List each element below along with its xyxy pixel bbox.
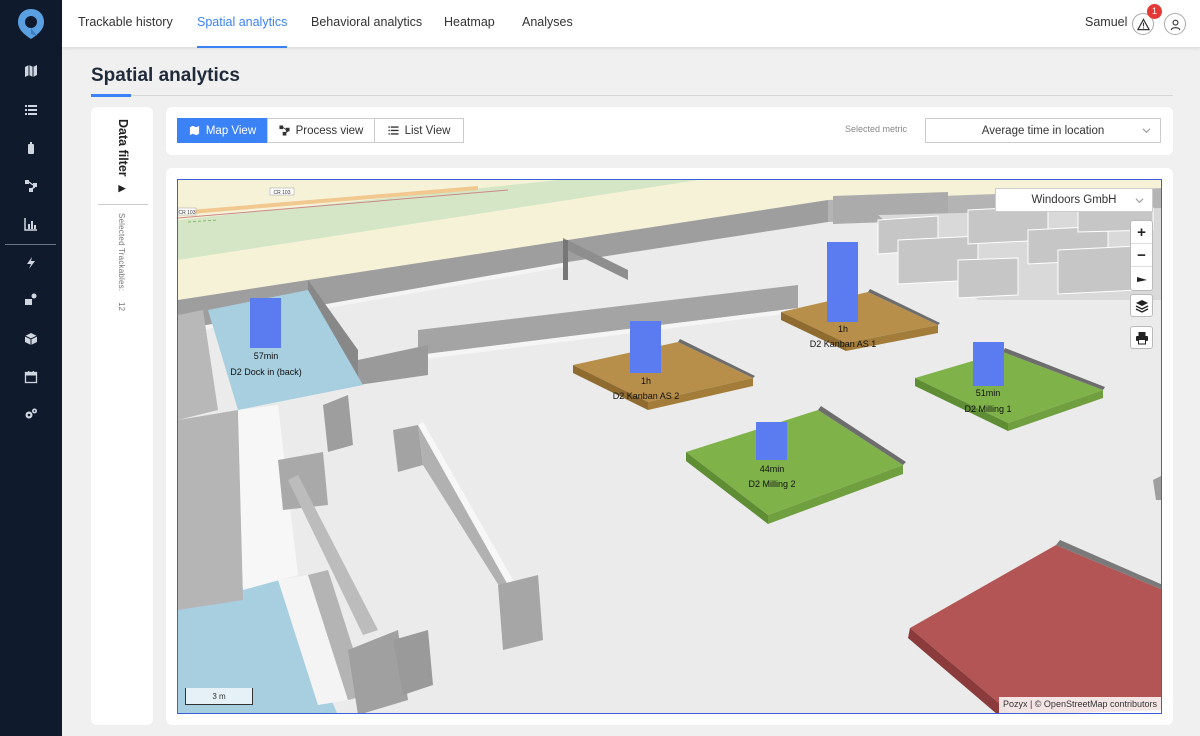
tab-heatmap[interactable]: Heatmap <box>444 0 495 48</box>
chevron-down-icon <box>1142 128 1151 134</box>
road-label: CR 103 <box>274 190 291 196</box>
data-filter-label: Data filter <box>116 119 130 177</box>
process-view-button[interactable]: Process view <box>267 118 375 143</box>
cube-icon[interactable] <box>22 330 40 348</box>
selected-trackables-count: 12 <box>117 301 126 312</box>
location-name-milling1: D2 Milling 1 <box>964 404 1012 414</box>
reset-bearing-button[interactable] <box>1131 267 1152 290</box>
bolt-icon[interactable] <box>22 254 40 272</box>
top-navigation: Trackable history Spatial analytics Beha… <box>62 0 1200 48</box>
map-3d-scene: CR 103 CR 103 <box>178 180 1161 713</box>
process-icon <box>279 125 290 136</box>
organization-select[interactable]: Windoors GmbH <box>995 188 1153 212</box>
selected-trackables: Selected Trackables: 12 <box>117 213 126 311</box>
process-view-label: Process view <box>295 124 364 137</box>
title-accent-bar <box>91 94 131 97</box>
map-view-button[interactable]: Map View <box>177 118 268 143</box>
plus-icon: + <box>1137 223 1146 241</box>
location-value-dock-in: 57min <box>253 351 279 361</box>
calendar-icon[interactable] <box>22 368 40 386</box>
user-name: Samuel <box>1085 15 1128 29</box>
caret-right-icon: ▶ <box>118 184 128 195</box>
tab-behavioral-analytics[interactable]: Behavioral analytics <box>311 0 422 48</box>
location-name-kanban-as2: D2 Kanban AS 2 <box>612 391 680 401</box>
location-name-kanban-as1: D2 Kanban AS 1 <box>809 339 877 349</box>
map-card: CR 103 CR 103 57min D2 Dock in (back) 1h… <box>166 168 1173 725</box>
organization-value: Windoors GmbH <box>1031 194 1117 206</box>
map-attribution[interactable]: Pozyx | © OpenStreetMap contributors <box>998 697 1161 713</box>
map-viewport[interactable]: CR 103 CR 103 57min D2 Dock in (back) 1h… <box>177 179 1162 714</box>
list-view-button[interactable]: List View <box>374 118 464 143</box>
tab-spatial-analytics[interactable]: Spatial analytics <box>197 0 288 48</box>
chevron-down-icon <box>1135 198 1144 204</box>
tag-icon[interactable] <box>22 139 40 157</box>
settings-cog-icon[interactable] <box>22 290 40 308</box>
data-filter-toggle[interactable]: Data filter ▶ <box>116 119 130 194</box>
metric-select[interactable]: Average time in location <box>925 118 1161 143</box>
data-filter-panel: Data filter ▶ Selected Trackables: 12 <box>91 107 153 725</box>
road-label-2: CR 103 <box>179 210 196 216</box>
zoom-in-button[interactable]: + <box>1131 221 1152 244</box>
title-divider <box>91 95 1173 96</box>
list-icon <box>388 126 399 135</box>
map-view-label: Map View <box>205 124 257 137</box>
alert-count-badge: 1 <box>1147 4 1162 19</box>
map-icon[interactable] <box>22 62 40 80</box>
tab-analyses[interactable]: Analyses <box>522 0 573 48</box>
metric-label: Selected metric <box>845 124 908 134</box>
location-value-milling2: 44min <box>759 464 785 474</box>
metric-value: Average time in location <box>981 124 1105 137</box>
process-icon[interactable] <box>22 177 40 195</box>
chart-icon[interactable] <box>22 215 40 233</box>
filter-separator <box>98 204 148 205</box>
compass-icon <box>1136 276 1147 282</box>
minus-icon: − <box>1137 246 1146 264</box>
cogs-icon[interactable] <box>22 405 40 423</box>
list-view-label: List View <box>404 124 451 137</box>
list-icon[interactable] <box>22 101 40 119</box>
app-logo[interactable] <box>17 8 45 40</box>
location-value-kanban-as2: 1h <box>640 376 652 386</box>
view-toolbar: Map View Process view List View Selected… <box>166 107 1173 155</box>
zoom-controls: + − <box>1130 220 1153 291</box>
location-name-dock-in: D2 Dock in (back) <box>230 367 302 377</box>
user-profile-button[interactable] <box>1164 13 1186 35</box>
layers-button[interactable] <box>1130 294 1153 317</box>
sidebar <box>0 0 62 736</box>
selected-trackables-label: Selected Trackables: <box>117 213 126 292</box>
location-value-kanban-as1: 1h <box>837 324 849 334</box>
tab-trackable-history[interactable]: Trackable history <box>78 0 173 48</box>
print-button[interactable] <box>1130 326 1153 349</box>
printer-icon <box>1135 331 1148 344</box>
zoom-out-button[interactable]: − <box>1131 244 1152 267</box>
sidebar-divider <box>5 244 56 245</box>
layers-icon <box>1135 299 1148 313</box>
map-scale: 3 m <box>185 688 253 705</box>
warning-icon <box>1136 17 1150 30</box>
user-icon <box>1170 19 1180 30</box>
location-value-milling1: 51min <box>975 388 1001 398</box>
map-icon <box>189 125 199 136</box>
location-name-milling2: D2 Milling 2 <box>748 479 796 489</box>
page-title: Spatial analytics <box>91 65 240 86</box>
